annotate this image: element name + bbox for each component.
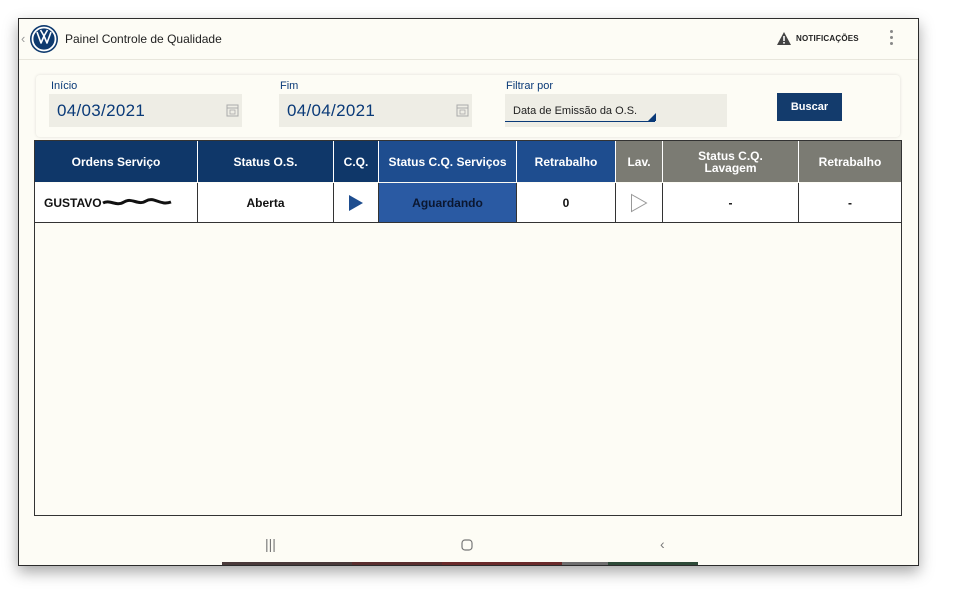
inicio-label: Início xyxy=(51,80,78,92)
dropdown-arrow-icon[interactable] xyxy=(648,113,656,121)
cq-action-cell[interactable] xyxy=(334,183,379,223)
header-status-cq-servicos: Status C.Q. Serviços xyxy=(379,141,517,182)
vw-logo-icon[interactable] xyxy=(29,24,59,54)
notifications-button[interactable]: NOTIFICAÇÕES xyxy=(796,34,859,43)
header-lav: Lav. xyxy=(616,141,663,182)
bottom-strip xyxy=(562,562,608,565)
recent-apps-icon[interactable]: ||| xyxy=(265,536,276,552)
home-icon[interactable] xyxy=(461,539,473,551)
fim-date-value: 04/04/2021 xyxy=(287,101,376,120)
app-window: ‹ Painel Controle de Qualidade NOTIFICAÇ… xyxy=(18,18,919,566)
filter-panel: Início 04/03/2021 Fim 04/04/2021 Filtrar… xyxy=(36,75,900,137)
warning-icon[interactable] xyxy=(776,31,792,46)
calendar-icon[interactable] xyxy=(226,103,239,117)
fim-date-field[interactable]: 04/04/2021 xyxy=(279,94,472,127)
header-status-cq-lavagem: Status C.Q. Lavagem xyxy=(663,141,799,182)
fim-label: Fim xyxy=(280,80,299,92)
status-os-cell: Aberta xyxy=(198,183,334,223)
filtrar-por-value: Data de Emissão da O.S. xyxy=(513,105,638,117)
bottom-strip xyxy=(442,562,562,565)
android-nav-bar: ||| ‹ xyxy=(19,524,918,565)
retrabalho-cell: 0 xyxy=(517,183,616,223)
header-ordens-servico: Ordens Serviço xyxy=(35,141,198,182)
retrabalho-lavagem-cell: - xyxy=(799,183,901,223)
redaction-scribble xyxy=(101,197,172,205)
lav-action-cell[interactable] xyxy=(616,183,663,223)
status-cq-lavagem-cell: - xyxy=(663,183,799,223)
header-retrabalho-lavagem: Retrabalho xyxy=(799,141,901,182)
buscar-button[interactable]: Buscar xyxy=(777,93,842,121)
play-outline-icon[interactable] xyxy=(630,193,648,213)
table-row-ordem[interactable]: GUSTAVO xyxy=(35,183,198,223)
header-status-os: Status O.S. xyxy=(198,141,334,182)
app-title: Painel Controle de Qualidade xyxy=(65,32,222,46)
inicio-date-field[interactable]: 04/03/2021 xyxy=(49,94,242,127)
play-filled-icon[interactable] xyxy=(348,194,364,212)
select-underline xyxy=(505,121,655,122)
back-chevron-icon[interactable]: ‹ xyxy=(21,31,25,46)
bottom-strip xyxy=(222,562,352,565)
bottom-strip xyxy=(608,562,698,565)
bottom-strip xyxy=(352,562,442,565)
filtrar-por-select[interactable]: Data de Emissão da O.S. xyxy=(505,94,727,127)
back-icon[interactable]: ‹ xyxy=(660,536,665,552)
filtrar-por-label: Filtrar por xyxy=(506,80,554,92)
status-cq-servicos-cell: Aguardando xyxy=(379,183,517,223)
header-retrabalho: Retrabalho xyxy=(517,141,616,182)
ordem-value: GUSTAVO xyxy=(44,195,102,210)
orders-table: Ordens Serviço Status O.S. C.Q. Status C… xyxy=(34,140,902,516)
top-bar: ‹ Painel Controle de Qualidade NOTIFICAÇ… xyxy=(19,19,918,60)
more-options-icon[interactable] xyxy=(888,30,894,48)
calendar-icon[interactable] xyxy=(456,103,469,117)
inicio-date-value: 04/03/2021 xyxy=(57,101,146,120)
header-cq: C.Q. xyxy=(334,141,379,182)
